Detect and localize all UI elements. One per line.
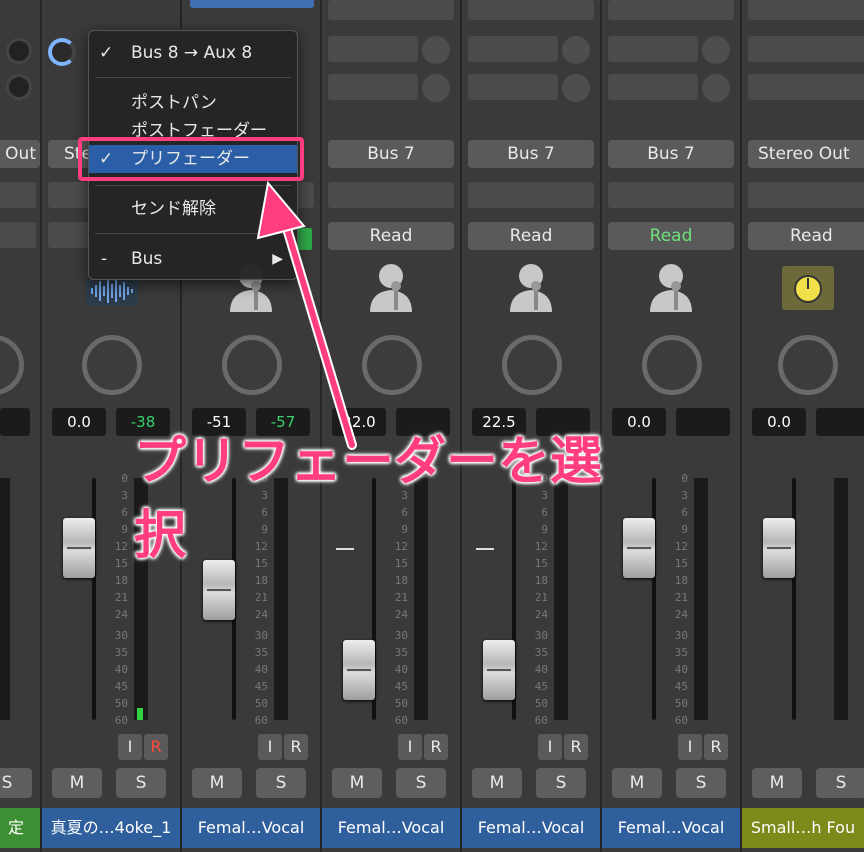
annotation-arrow — [256, 180, 357, 450]
annotation-text-line1: プリフェーダーを選 — [134, 432, 603, 492]
annotation-text-line2: 択 — [134, 506, 187, 566]
